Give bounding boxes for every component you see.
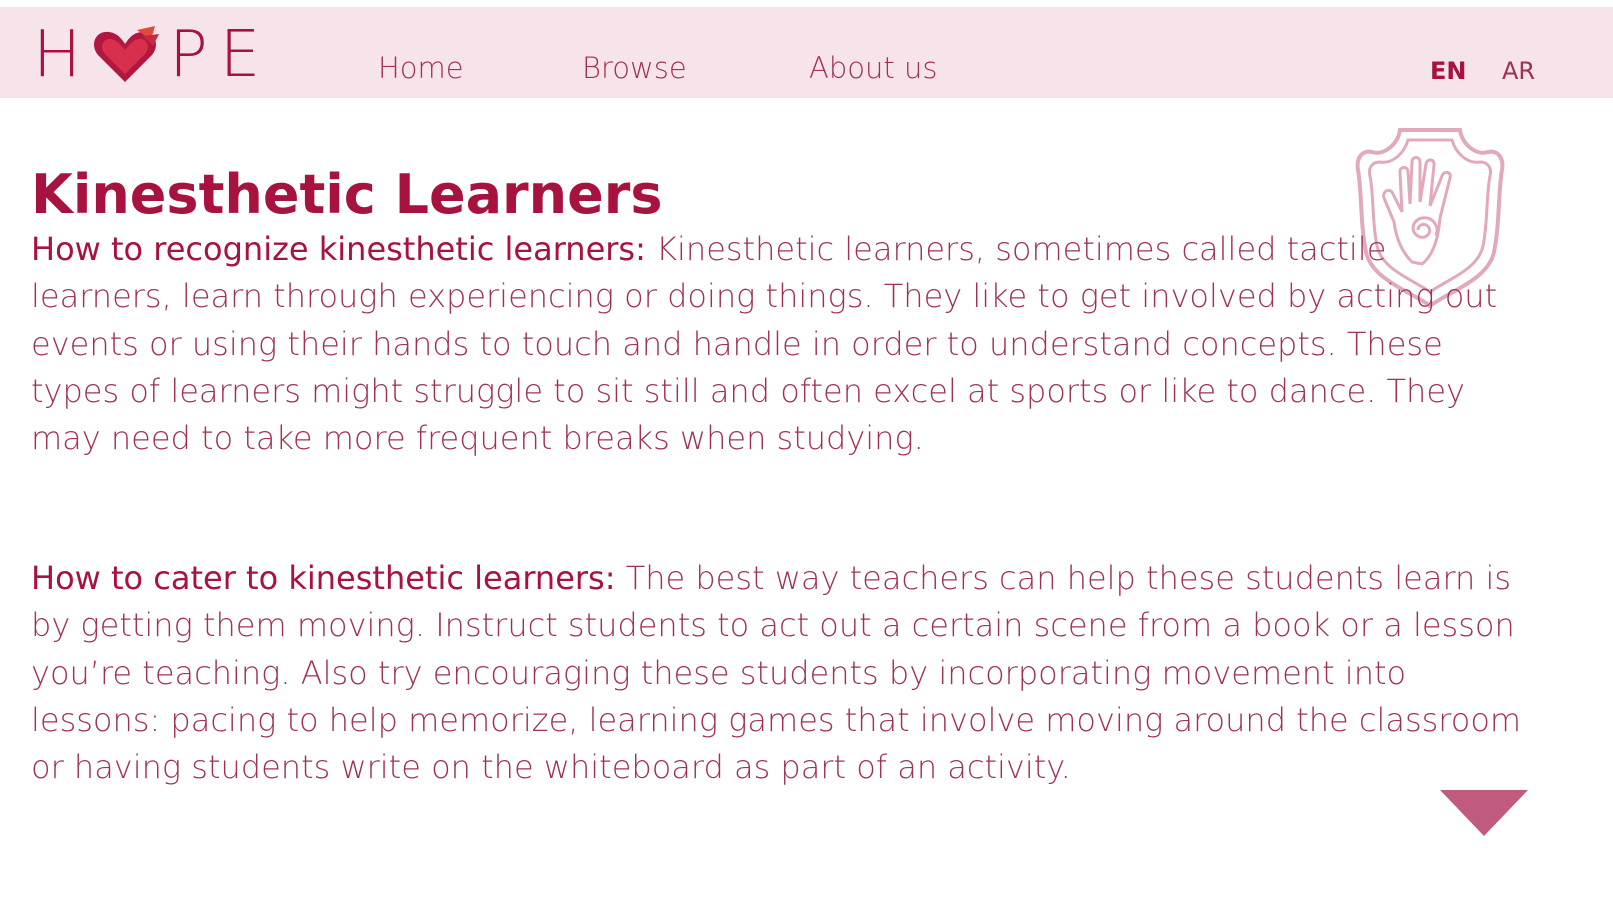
logo-letter-h: H <box>33 18 94 92</box>
top-navbar: H P E Home Browse About us EN AR <box>0 7 1613 98</box>
heart-hands-icon <box>91 26 160 84</box>
language-en-button[interactable]: EN <box>1430 57 1466 85</box>
page-title: Kinesthetic Learners <box>31 163 663 226</box>
recognize-heading: How to recognize kinesthetic learners: <box>31 230 646 268</box>
logo-letter-e: E <box>219 18 273 92</box>
cater-heading: How to cater to kinesthetic learners: <box>31 559 616 597</box>
recognize-paragraph: How to recognize kinesthetic learners: K… <box>31 226 1531 462</box>
nav-browse-link[interactable]: Browse <box>582 51 687 85</box>
hope-logo[interactable]: H P E <box>33 18 273 92</box>
logo-letter-p: P <box>169 18 220 92</box>
cater-paragraph: How to cater to kinesthetic learners: Th… <box>31 555 1531 791</box>
triangle-down-icon[interactable] <box>1440 790 1528 836</box>
language-ar-button[interactable]: AR <box>1502 57 1535 85</box>
nav-about-link[interactable]: About us <box>809 51 937 85</box>
nav-home-link[interactable]: Home <box>378 51 464 85</box>
